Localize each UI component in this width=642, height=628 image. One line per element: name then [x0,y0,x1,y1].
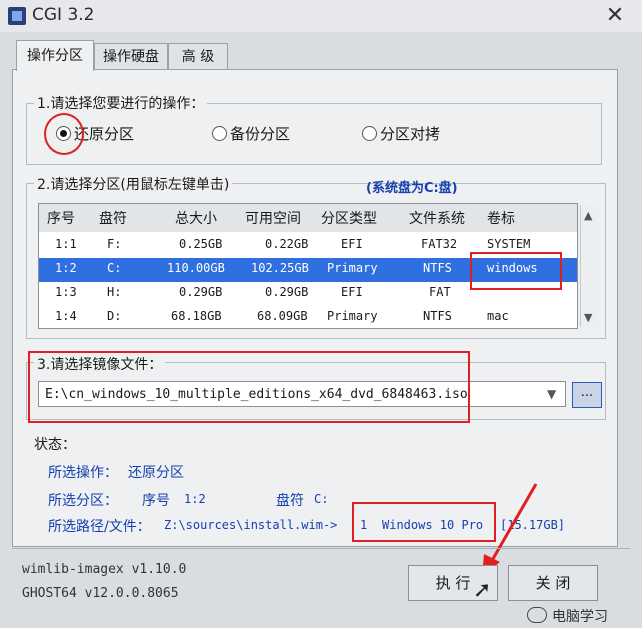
cell-fs: FAT32 [421,237,458,251]
mouse-cursor-icon: ➚ [473,578,492,603]
highlight-box [28,351,470,423]
cell-free: 0.29GB [265,285,309,299]
status-op-value: 还原分区 [128,465,184,481]
cell-id: 1:3 [55,285,77,299]
scroll-up-icon[interactable]: ▲ [584,209,592,222]
status-part-label: 所选分区： [48,493,118,509]
tab-advanced[interactable]: 高 级 [168,43,228,70]
title-bar [0,0,642,32]
radio-backup-label: 备份分区 [230,125,291,143]
status-part-id: 1:2 [184,492,206,506]
status-part-id-label: 序号 [142,493,170,509]
wimlib-version: wimlib-imagex v1.10.0 [22,562,187,577]
browse-button[interactable]: ... [572,382,602,408]
wechat-icon [527,607,547,623]
cell-total: 0.25GB [179,237,223,251]
table-scrollbar[interactable]: ▲ ▼ [580,205,599,327]
column-header: 总大小 [175,211,217,227]
cell-label: mac [487,309,509,323]
radio-dot-icon [212,126,227,141]
partition-group-title: 2.请选择分区(用鼠标左键单击) [34,174,233,194]
cell-type: EFI [341,237,363,251]
cell-fs: NTFS [423,261,452,275]
cell-type: EFI [341,285,363,299]
column-header: 序号 [47,211,75,227]
app-icon [8,7,26,25]
cell-drive: H: [107,285,122,299]
column-header: 文件系统 [409,211,465,227]
chevron-down-icon[interactable]: ▼ [547,387,556,401]
cell-total: 110.00GB [167,261,225,275]
ghost-version: GHOST64 v12.0.0.8065 [22,586,179,601]
cell-free: 68.09GB [257,309,308,323]
highlight-circle [44,113,84,155]
cell-id: 1:2 [55,261,77,275]
radio-copy[interactable]: 分区对拷 [362,124,440,144]
radio-copy-label: 分区对拷 [380,125,441,143]
watermark-text: 电脑学习 [552,609,608,625]
table-row[interactable]: 1:4 D: 68.18GB 68.09GB Primary NTFS mac [39,306,577,328]
status-path-value: Z:\sources\install.wim-> [164,518,338,532]
radio-dot-icon [362,126,377,141]
status-path-label: 所选路径/文件： [48,519,151,535]
highlight-box [470,252,562,290]
status-drive-label: 盘符 [276,493,304,509]
status-title: 状态： [34,437,76,453]
cell-total: 68.18GB [171,309,222,323]
cell-free: 102.25GB [251,261,309,275]
cell-fs: FAT [429,285,451,299]
system-disk-note: (系统盘为C:盘) [366,181,458,196]
column-header: 盘符 [99,211,127,227]
operation-group-title: 1.请选择您要进行的操作： [34,93,208,113]
cell-id: 1:4 [55,309,77,323]
tab-disk[interactable]: 操作硬盘 [94,43,168,70]
tab-partition[interactable]: 操作分区 [16,40,94,71]
cell-total: 0.29GB [179,285,223,299]
column-header: 卷标 [487,211,515,227]
radio-backup[interactable]: 备份分区 [212,124,290,144]
cell-type: Primary [327,309,378,323]
column-header: 分区类型 [321,211,377,227]
divider [12,548,630,549]
cell-drive: C: [107,261,122,275]
status-drive-value: C: [314,492,329,506]
cell-label: SYSTEM [487,237,531,251]
cell-type: Primary [327,261,378,275]
cell-drive: F: [107,237,122,251]
cell-free: 0.22GB [265,237,309,251]
table-header: 序号 盘符 总大小 可用空间 分区类型 文件系统 卷标 [39,204,577,232]
window-title: CGI 3.2 [32,5,95,25]
scroll-down-icon[interactable]: ▼ [584,311,592,324]
cell-drive: D: [107,309,122,323]
status-op-label: 所选操作： [48,465,118,481]
close-button[interactable]: 关 闭 [508,565,598,601]
cell-id: 1:1 [55,237,77,251]
column-header: 可用空间 [245,211,301,227]
cell-fs: NTFS [423,309,452,323]
window-close-button[interactable]: ✕ [588,0,642,32]
